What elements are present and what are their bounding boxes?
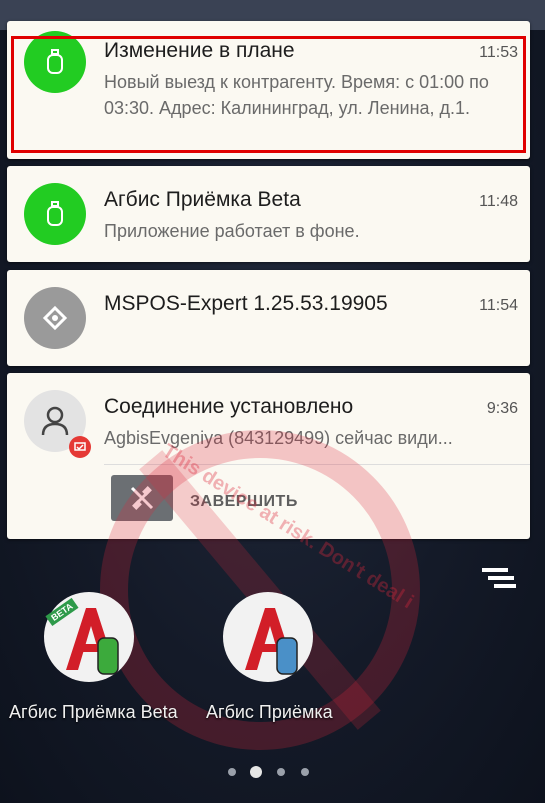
app-icon-agbis-green: [24, 31, 86, 93]
notification-time: 11:54: [479, 297, 518, 314]
notification-time: 11:48: [479, 193, 518, 210]
page-dot[interactable]: [277, 768, 285, 776]
person-icon: [41, 406, 69, 436]
agbis-logo-icon: [245, 608, 298, 675]
notification-agbis-beta[interactable]: Агбис Приёмка Beta 11:48 Приложение рабо…: [7, 166, 530, 262]
notification-title: MSPOS-Expert 1.25.53.19905: [104, 292, 388, 315]
page-dot-active[interactable]: [250, 766, 262, 778]
notification-mspos[interactable]: MSPOS-Expert 1.25.53.19905 11:54: [7, 270, 530, 366]
app-agbis[interactable]: [223, 592, 313, 682]
app-icon-mspos: [24, 287, 86, 349]
app-agbis-beta[interactable]: BETA: [44, 592, 134, 682]
notification-body: Новый выезд к контрагенту. Время: с 01:0…: [104, 72, 489, 118]
notification-time: 11:53: [479, 44, 518, 61]
page-dot[interactable]: [301, 768, 309, 776]
agbis-logo-icon: [66, 608, 119, 675]
page-dot[interactable]: [228, 768, 236, 776]
app-icon-agbis-green: [24, 183, 86, 245]
notification-title: Агбис Приёмка Beta: [104, 188, 301, 211]
notification-body: Приложение работает в фоне.: [104, 221, 360, 241]
diamond-icon: [42, 305, 68, 331]
notification-title: Изменение в плане: [104, 39, 295, 62]
bottle-icon: [47, 201, 63, 226]
app-label[interactable]: Агбис Приёмка: [206, 702, 333, 723]
notification-menu-icon[interactable]: [480, 566, 518, 596]
app-label[interactable]: Агбис Приёмка Beta: [9, 702, 178, 723]
notification-title: Соединение установлено: [104, 395, 354, 418]
notification-plan-change[interactable]: Изменение в плане 11:53 Новый выезд к ко…: [7, 21, 530, 159]
bottle-icon: [47, 49, 63, 74]
screen-share-badge-icon: [69, 436, 91, 458]
notification-time: 9:36: [486, 400, 518, 417]
